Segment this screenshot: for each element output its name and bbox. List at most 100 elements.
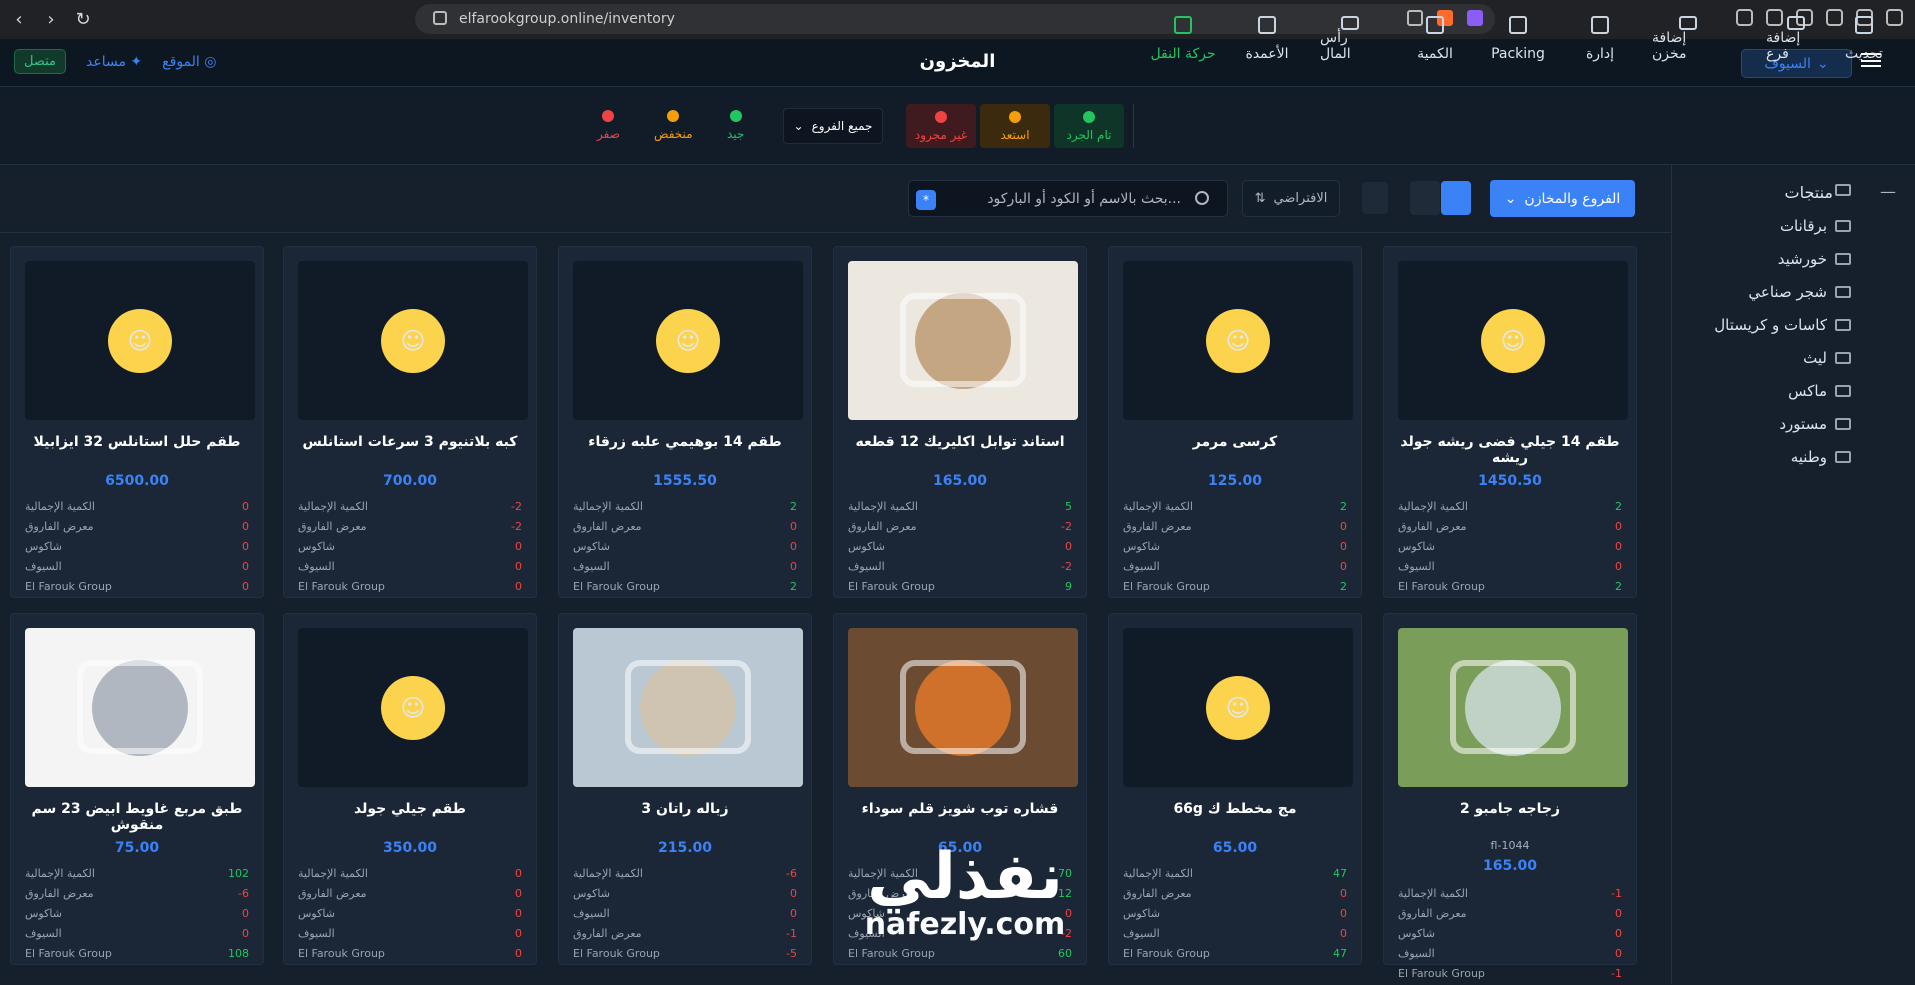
product-card[interactable]: طبق مربع غاويط ابيض 23 سم منقوش 75.00 الكم… <box>10 613 264 965</box>
sidebar-category-item[interactable]: برقانات <box>1780 217 1827 235</box>
stock-location: السيوف <box>1398 560 1435 573</box>
product-card[interactable]: زباله راتان 3 215.00 الكمية الإجمالية -6 شاك… <box>558 613 812 965</box>
product-price: 700.00 <box>382 473 438 489</box>
product-image[interactable]: ☺ <box>298 628 528 787</box>
product-image[interactable]: ☺ <box>573 261 803 420</box>
product-card[interactable]: استاند توابل اكليريك 12 قطعه 165.00 الكمية… <box>833 246 1087 598</box>
product-card[interactable]: ☺ كرسى مرمر 125.00 الكمية الإجمالية 2 معرض ال… <box>1108 246 1362 598</box>
sidebar-category-item[interactable]: خورشيد <box>1778 250 1827 268</box>
stock-quantity: 2 <box>1615 500 1622 513</box>
product-image[interactable]: ☺ <box>1398 261 1628 420</box>
product-image[interactable] <box>573 628 803 787</box>
stock-row: السيوف 0 <box>1398 560 1622 578</box>
shield-icon[interactable] <box>1886 9 1903 26</box>
legend-dot <box>729 110 742 122</box>
sidebar-category-item[interactable]: ليث <box>1803 349 1827 367</box>
stock-location: شاكوس <box>848 540 885 553</box>
refresh-icon <box>1855 16 1873 34</box>
sidebar-category-item[interactable]: شجر صناعي <box>1748 283 1827 301</box>
stock-quantity: 0 <box>515 867 522 880</box>
placeholder-smile-icon: ☺ <box>381 676 445 740</box>
product-image[interactable]: ☺ <box>1123 628 1353 787</box>
stock-row: شاكوس 0 <box>1123 907 1347 925</box>
stock-row: الكمية الإجمالية -2 <box>298 500 522 518</box>
sort-dropdown[interactable]: ⇅ الافتراضي <box>1242 180 1340 217</box>
product-code: fl-1044 <box>1490 839 1530 852</box>
back-icon[interactable]: ‹ <box>8 9 30 30</box>
stock-quantity: 0 <box>1340 887 1347 900</box>
stock-quantity: 0 <box>1615 540 1622 553</box>
state-complete-filter[interactable]: تام الجرد <box>1054 104 1124 148</box>
search-input[interactable]: * بحث بالاسم أو الكود أو الباركود... <box>908 180 1228 217</box>
stock-row: معرض الفاروق -2 <box>848 520 1072 538</box>
product-name: زباله راتان 3 <box>641 801 729 817</box>
product-image[interactable] <box>848 261 1078 420</box>
products-category[interactable]: منتجات <box>1785 183 1834 202</box>
site-link[interactable]: الموقع ◎ <box>162 54 216 70</box>
folder-icon <box>1835 184 1851 196</box>
stock-row: El Farouk Group 0 <box>298 580 522 598</box>
packing-button[interactable]: Packing <box>1491 16 1545 62</box>
sidebar-category-item[interactable]: كاسات و كريستال <box>1714 316 1827 334</box>
product-image[interactable]: ☺ <box>1123 261 1353 420</box>
list-view-button[interactable] <box>1410 181 1440 215</box>
copy-button[interactable] <box>1362 182 1388 214</box>
stock-quantity: 0 <box>790 887 797 900</box>
collapse-icon[interactable]: — <box>1880 182 1896 201</box>
search-placeholder: بحث بالاسم أو الكود أو الباركود... <box>987 191 1181 207</box>
stock-location: السيوف <box>25 560 62 573</box>
folder-icon <box>1835 220 1851 232</box>
stock-quantity: 0 <box>242 500 249 513</box>
rewards-icon[interactable] <box>1467 10 1483 26</box>
branches-warehouses-button[interactable]: ⌄ الفروع والمخازن <box>1490 180 1635 217</box>
transfers-button[interactable]: حركة النقل <box>1150 16 1216 62</box>
admin-button[interactable]: إدارة <box>1585 16 1615 62</box>
search-option-button[interactable]: * <box>916 190 936 210</box>
product-card[interactable]: ☺ طقم 14 جيلي فضى ريشه جولد ريشه 1450.50 ال… <box>1383 246 1637 598</box>
product-image[interactable]: ☺ <box>298 261 528 420</box>
left-actions: متصل مساعد ✦ الموقع ◎ <box>14 49 216 74</box>
sidebar-category-item[interactable]: وطنيه <box>1791 448 1827 466</box>
add-branch-button[interactable]: إضافة فرع <box>1766 16 1826 62</box>
sidebar-category-item[interactable]: ماكس <box>1788 382 1827 400</box>
product-card[interactable]: ☺ طقم حلل استانلس 32 ايزابيلا 6500.00 الكمي… <box>10 246 264 598</box>
product-image[interactable] <box>1398 628 1628 787</box>
puzzle-icon[interactable] <box>1736 9 1753 26</box>
state-ready-filter[interactable]: استعد <box>980 104 1050 148</box>
product-card[interactable]: زجاجه جامبو 2 fl-1044 165.00 الكمية الإجمال… <box>1383 613 1637 980</box>
reload-icon[interactable]: ↻ <box>72 9 94 30</box>
products-grid: ☺ طقم حلل استانلس 32 ايزابيلا 6500.00 الكمي… <box>10 246 1645 984</box>
product-image[interactable] <box>25 628 255 787</box>
all-branches-select[interactable]: ⌄ جميع الفروع <box>783 108 883 144</box>
state-uncounted-filter[interactable]: غير مجرود <box>906 104 976 148</box>
stock-quantity: 0 <box>1615 947 1622 960</box>
assistant-link[interactable]: مساعد ✦ <box>86 54 142 70</box>
product-image[interactable]: ☺ <box>25 261 255 420</box>
product-card[interactable]: ☺ طقم 14 بوهيمي علبه زرقاء 1555.50 الكمية ا… <box>558 246 812 598</box>
product-card[interactable]: ☺ طقم جيلي جولد 350.00 الكمية الإجمالية 0 معر… <box>283 613 537 965</box>
add-warehouse-button[interactable]: إضافة مخزن <box>1652 16 1724 62</box>
capital-button[interactable]: رأس المال <box>1320 16 1380 62</box>
sidebar-category-item[interactable]: مستورد <box>1779 415 1827 433</box>
quantity-button[interactable]: الكمية <box>1414 16 1456 62</box>
url-text[interactable]: elfarookgroup.online/inventory <box>459 11 675 27</box>
placeholder-smile-icon: ☺ <box>1206 309 1270 373</box>
product-image[interactable] <box>848 628 1078 787</box>
connection-status-badge: متصل <box>14 49 67 74</box>
stock-quantity: -2 <box>1061 560 1072 573</box>
stock-location: El Farouk Group <box>25 947 112 960</box>
wallet-icon[interactable] <box>1826 9 1843 26</box>
site-info-icon[interactable] <box>433 11 447 25</box>
stock-location: شاكوس <box>1398 927 1435 940</box>
forward-icon[interactable]: › <box>40 9 62 30</box>
refresh-button[interactable]: تحديث <box>1843 16 1885 62</box>
stock-row: معرض الفاروق 0 <box>1398 907 1622 925</box>
stock-quantity: 0 <box>242 927 249 940</box>
stock-row: السيوف 0 <box>1123 560 1347 578</box>
grid-view-button[interactable] <box>1441 181 1471 215</box>
stock-location: معرض الفاروق <box>573 927 642 940</box>
product-card[interactable]: ☺ كبه بلاتنيوم 3 سرعات استانلس 700.00 الكمي… <box>283 246 537 598</box>
product-card[interactable]: ☺ مج مخطط ك 66g 65.00 الكمية الإجمالية 47 معر… <box>1108 613 1362 965</box>
columns-button[interactable]: الأعمدة <box>1242 16 1292 62</box>
stock-row: الكمية الإجمالية -1 <box>1398 887 1622 905</box>
